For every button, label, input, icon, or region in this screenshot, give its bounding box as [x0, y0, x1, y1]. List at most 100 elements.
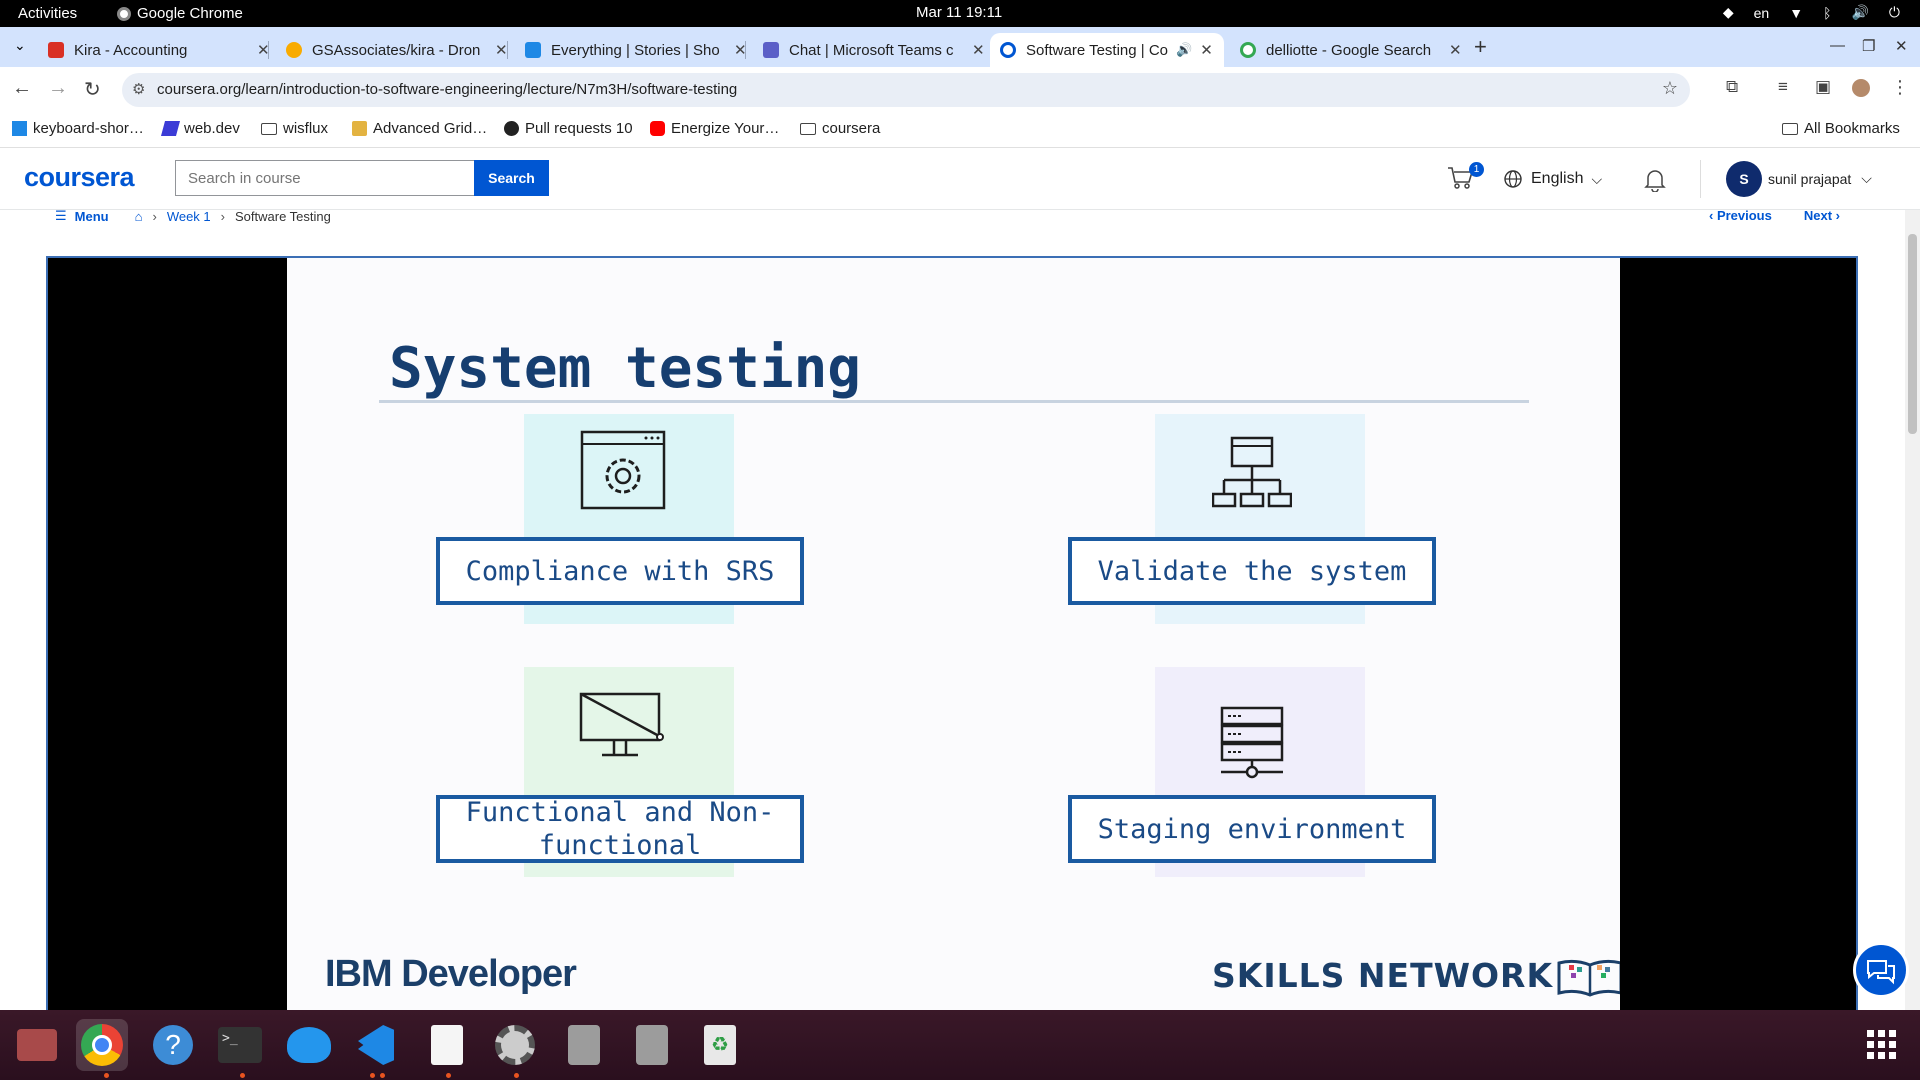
close-tab-icon[interactable]: ✕ — [1449, 41, 1462, 59]
new-tab-button[interactable]: + — [1474, 34, 1487, 60]
docker-app[interactable] — [283, 1019, 335, 1071]
coursera-logo[interactable]: coursera — [24, 162, 135, 193]
audio-playing-icon[interactable]: 🔊 — [1176, 42, 1192, 58]
docker-tray-icon[interactable]: ◆ — [1723, 4, 1734, 21]
validate-box: Validate the system — [1068, 537, 1436, 605]
previous-button[interactable]: ‹ Previous — [1709, 208, 1772, 223]
breadcrumb-week[interactable]: Week 1 — [167, 209, 211, 224]
vscode-app[interactable] — [350, 1019, 402, 1071]
all-bookmarks[interactable]: All Bookmarks — [1782, 120, 1900, 137]
bookmark-web-dev[interactable]: web.dev — [160, 120, 240, 137]
tab-kira-accounting[interactable]: Kira - Accounting ✕ — [38, 33, 280, 67]
close-tab-icon[interactable]: ✕ — [972, 41, 985, 59]
url-text[interactable]: coursera.org/learn/introduction-to-softw… — [157, 81, 737, 98]
coursera-header: coursera Search 1 English ⌵ S sunil praj… — [0, 148, 1920, 210]
disk-app-1[interactable] — [558, 1019, 610, 1071]
volume-icon[interactable]: 🔊 — [1851, 4, 1868, 21]
chat-button[interactable] — [1853, 942, 1909, 998]
menu-button[interactable]: ☰ Menu — [55, 208, 109, 224]
title-underline — [379, 400, 1529, 403]
angular-icon — [48, 42, 64, 58]
tab-teams[interactable]: Chat | Microsoft Teams c ✕ — [753, 33, 995, 67]
help-app[interactable]: ? — [147, 1019, 199, 1071]
tab-strip: ⌄ Kira - Accounting ✕ GSAssociates/kira … — [0, 27, 1920, 67]
bookmark-pull-requests[interactable]: Pull requests 10 — [504, 120, 633, 137]
bookmark-star-icon[interactable]: ☆ — [1662, 78, 1678, 99]
chat-bubbles-icon — [1867, 960, 1895, 985]
app-menu[interactable]: Google Chrome — [117, 5, 243, 22]
scrollbar-thumb[interactable] — [1908, 234, 1917, 434]
reload-icon[interactable]: ↻ — [84, 77, 101, 102]
keyboard-layout[interactable]: en — [1754, 5, 1770, 21]
notifications-bell-icon[interactable] — [1644, 168, 1666, 192]
close-tab-icon[interactable]: ✕ — [1200, 41, 1213, 59]
restore-icon[interactable]: ❐ — [1862, 37, 1875, 55]
bookmark-label: web.dev — [184, 120, 240, 137]
folder-icon — [800, 122, 816, 135]
drone-icon — [286, 42, 302, 58]
files-app[interactable] — [11, 1019, 63, 1071]
settings-app[interactable] — [489, 1019, 541, 1071]
profile-avatar[interactable] — [1852, 79, 1870, 97]
extensions-icon[interactable]: ⧉ — [1726, 77, 1738, 97]
media-control-icon[interactable]: ≡ — [1778, 77, 1788, 97]
search-button[interactable]: Search — [474, 160, 549, 196]
slide-title: System testing — [389, 336, 862, 401]
user-avatar[interactable]: S — [1726, 161, 1762, 197]
side-panel-icon[interactable]: ▣ — [1815, 77, 1831, 97]
bookmark-label: Advanced Grid… — [373, 120, 488, 137]
bookmark-wisflux[interactable]: wisflux — [261, 120, 328, 137]
trash-app[interactable]: ♻ — [694, 1019, 746, 1071]
tab-title: Software Testing | Co — [1026, 41, 1169, 59]
running-indicator — [380, 1073, 385, 1078]
activities-button[interactable]: Activities — [18, 5, 77, 22]
language-selector[interactable]: English ⌵ — [1503, 169, 1602, 189]
back-icon[interactable]: ← — [12, 77, 32, 100]
user-menu[interactable]: sunil prajapat ⌵ — [1768, 170, 1872, 187]
bluetooth-icon[interactable]: ᛒ — [1823, 5, 1831, 21]
tab-separator — [268, 41, 269, 59]
tab-google-search[interactable]: delliotte - Google Search ✕ — [1230, 33, 1472, 67]
running-indicator — [514, 1073, 519, 1078]
next-button[interactable]: Next › — [1804, 208, 1840, 223]
bookmark-keyboard-shortcuts[interactable]: keyboard-shor… — [12, 120, 144, 137]
breadcrumb-current: Software Testing — [235, 208, 331, 224]
tab-title: Kira - Accounting — [74, 41, 188, 59]
folder-icon — [261, 122, 277, 135]
close-window-icon[interactable]: ✕ — [1895, 37, 1908, 55]
bookmark-advanced-grid[interactable]: Advanced Grid… — [352, 120, 487, 137]
power-icon[interactable]: ⏻ — [1889, 4, 1900, 21]
home-icon[interactable]: ⌂ — [135, 209, 143, 224]
system-tray[interactable]: ◆ en ▼ ᛒ 🔊 ⏻ — [1723, 4, 1900, 21]
page-scrollbar[interactable] — [1905, 210, 1920, 1010]
bookmark-coursera[interactable]: coursera — [800, 120, 880, 137]
developer-word: Developer — [401, 953, 577, 995]
ibm-developer-logo: IBM Developer — [325, 953, 577, 996]
show-apps-grid-icon[interactable] — [1866, 1029, 1898, 1061]
video-player[interactable]: System testing Compliance with SRS Valid… — [46, 256, 1858, 1010]
tab-storybook[interactable]: Everything | Stories | Sho ✕ — [515, 33, 757, 67]
disk-icon — [568, 1025, 600, 1065]
bookmark-energize[interactable]: Energize Your… — [650, 120, 779, 137]
clock[interactable]: Mar 11 19:11 — [916, 4, 1002, 21]
disk-app-2[interactable] — [626, 1019, 678, 1071]
tab-gsassociates[interactable]: GSAssociates/kira - Dron ✕ — [276, 33, 518, 67]
tab-search-icon[interactable]: ⌄ — [14, 37, 26, 54]
chrome-center — [92, 1035, 112, 1055]
forward-icon[interactable]: → — [48, 77, 68, 100]
address-bar[interactable]: ⚙ coursera.org/learn/introduction-to-sof… — [122, 73, 1690, 107]
disk-icon — [636, 1025, 668, 1065]
chrome-app[interactable] — [76, 1019, 128, 1071]
github-icon — [504, 121, 519, 136]
close-tab-icon[interactable]: ✕ — [495, 41, 508, 59]
text-editor-app[interactable] — [421, 1019, 473, 1071]
text-editor-icon — [431, 1025, 463, 1065]
terminal-app[interactable]: >_ — [214, 1019, 266, 1071]
wifi-icon[interactable]: ▼ — [1789, 5, 1803, 21]
chrome-menu-icon[interactable]: ⋮ — [1891, 77, 1909, 98]
breadcrumb: ☰ Menu ⌂ › Week 1 › Software Testing — [55, 208, 331, 224]
site-info-icon[interactable]: ⚙ — [132, 80, 145, 98]
minimize-icon[interactable]: — — [1830, 37, 1845, 54]
search-input[interactable] — [175, 160, 475, 196]
tab-software-testing[interactable]: Software Testing | Co 🔊 ✕ — [990, 33, 1224, 67]
